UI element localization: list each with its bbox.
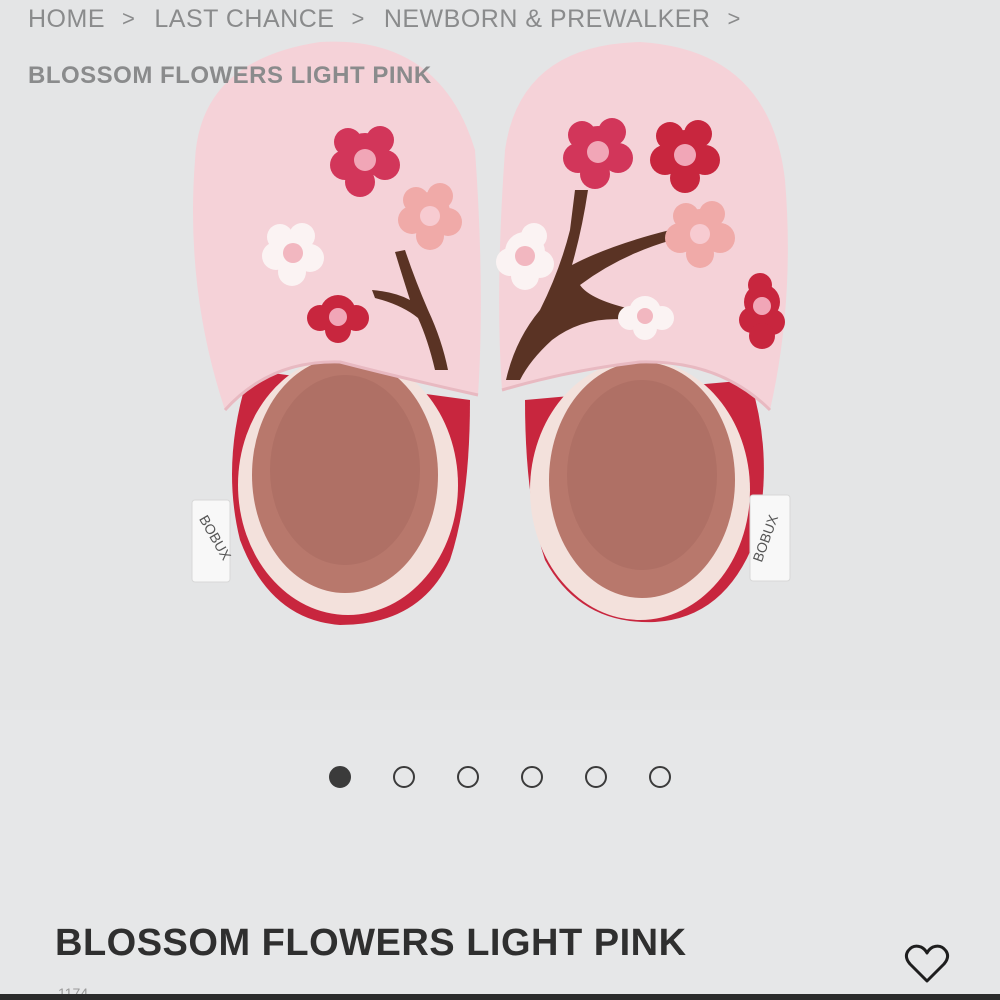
carousel-dot-6[interactable]: [649, 766, 671, 788]
product-image-gallery[interactable]: BOBUX BOBUX: [0, 0, 1000, 710]
carousel-dot-2[interactable]: [393, 766, 415, 788]
carousel-dot-5[interactable]: [585, 766, 607, 788]
wishlist-button[interactable]: [904, 943, 950, 985]
carousel-dot-4[interactable]: [521, 766, 543, 788]
heart-outline-icon: [904, 944, 950, 983]
breadcrumb-separator: >: [122, 6, 136, 31]
breadcrumb-link-last-chance[interactable]: LAST CHANCE: [154, 5, 334, 34]
breadcrumb-current: BLOSSOM FLOWERS LIGHT PINK: [28, 62, 432, 89]
bottom-edge-bar: [0, 994, 1000, 1000]
right-shoe: BOBUX: [496, 42, 791, 623]
breadcrumb: HOME > LAST CHANCE > NEWBORN & PREWALKER…: [28, 0, 988, 90]
breadcrumb-separator: >: [727, 6, 741, 31]
product-page: BOBUX BOBUX HOME > LAST CHANCE > NEWBORN…: [0, 0, 1000, 1000]
breadcrumb-link-home[interactable]: HOME: [28, 5, 105, 34]
carousel-dot-1[interactable]: [329, 766, 351, 788]
carousel-dot-3[interactable]: [457, 766, 479, 788]
breadcrumb-separator: >: [351, 6, 365, 31]
product-title: BLOSSOM FLOWERS LIGHT PINK: [55, 922, 687, 964]
product-image: BOBUX BOBUX: [191, 41, 791, 625]
breadcrumb-trail: HOME > LAST CHANCE > NEWBORN & PREWALKER…: [28, 0, 988, 38]
breadcrumb-link-newborn-prewalker[interactable]: NEWBORN & PREWALKER: [384, 5, 711, 34]
left-shoe: BOBUX: [191, 41, 481, 625]
carousel-pagination: [0, 766, 1000, 788]
